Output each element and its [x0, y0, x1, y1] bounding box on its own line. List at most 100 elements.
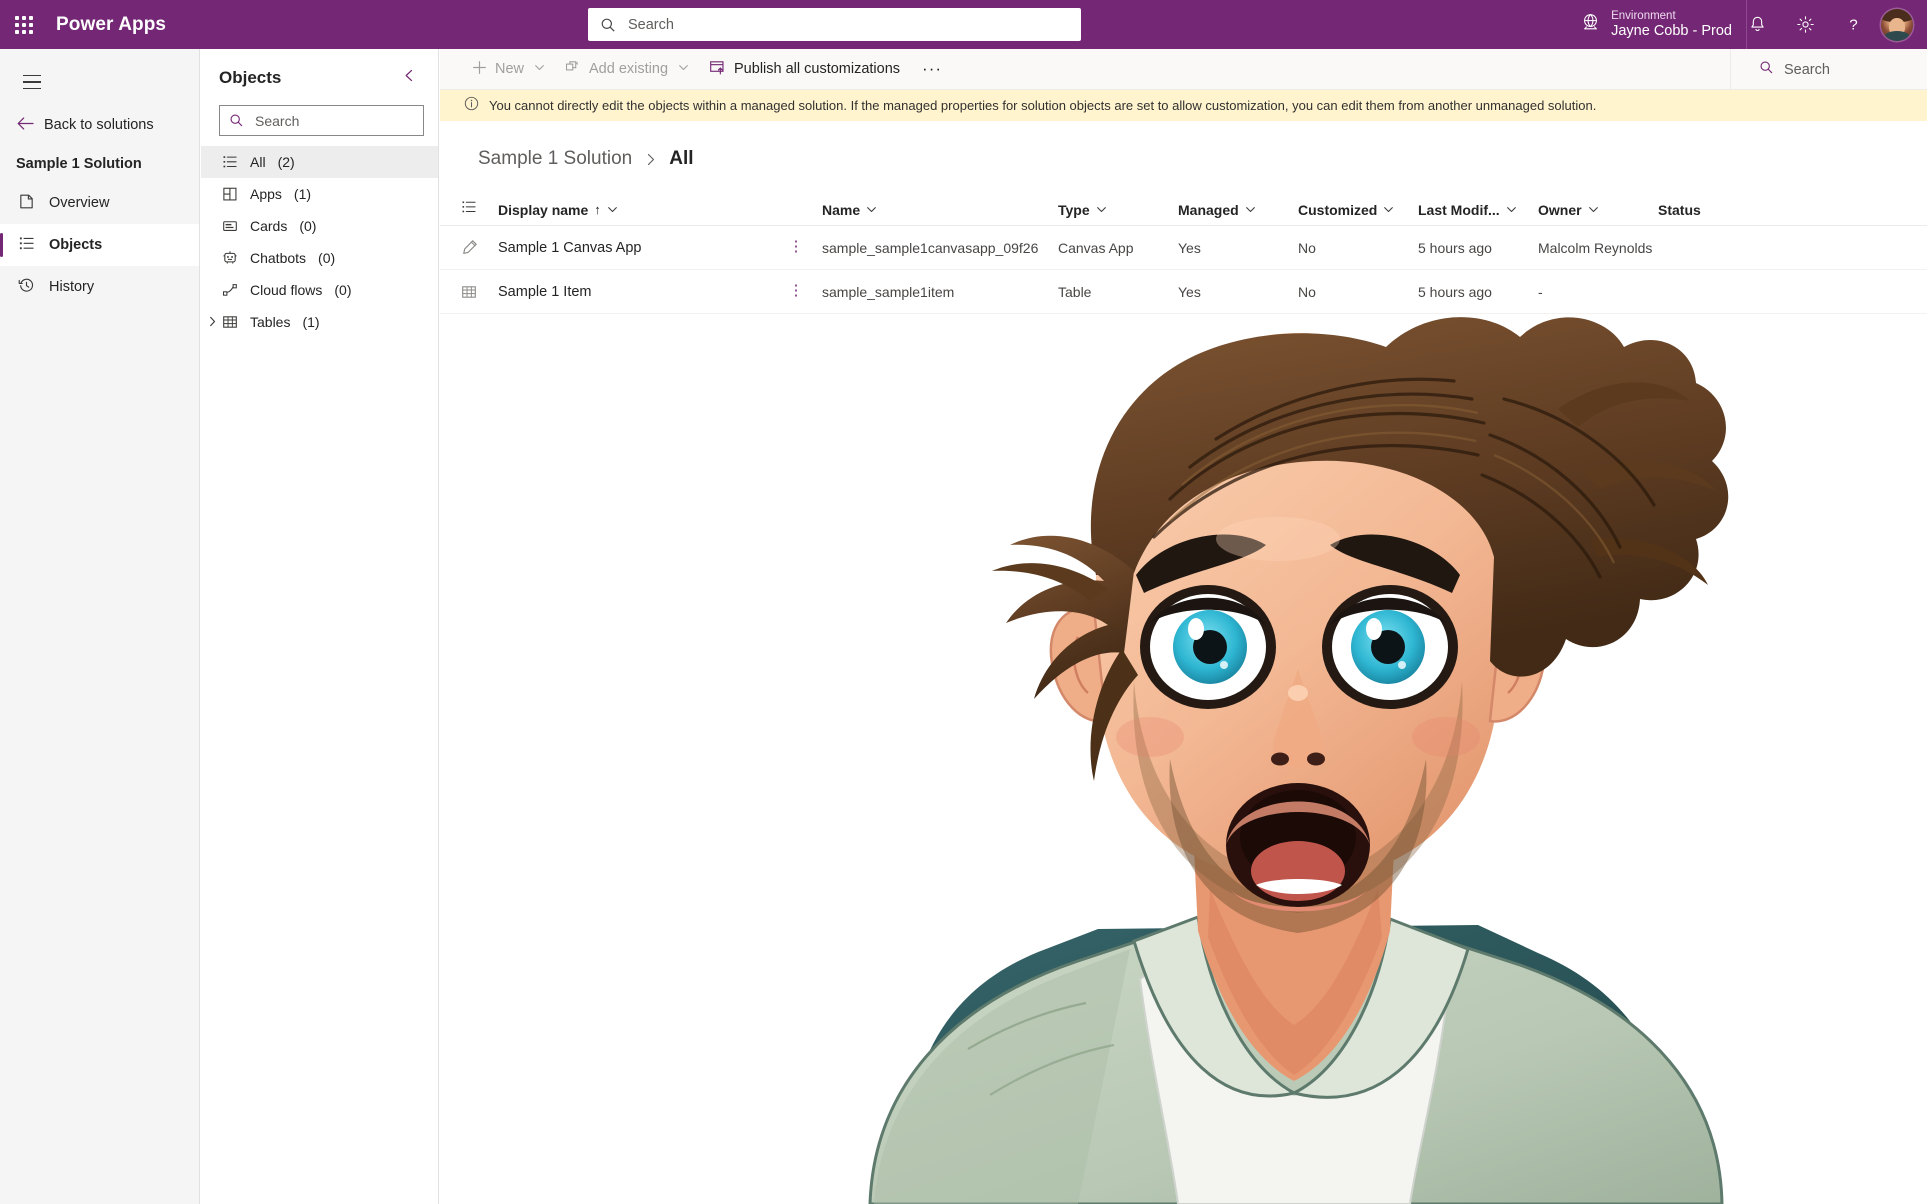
column-header-managed[interactable]: Managed — [1178, 202, 1298, 218]
column-header-owner-label: Owner — [1538, 201, 1582, 218]
sidebar-item-overview[interactable]: Overview — [0, 182, 199, 224]
objects-filter-cloud-flows[interactable]: Cloud flows (0) — [201, 274, 438, 306]
breadcrumb-parent[interactable]: Sample 1 Solution — [478, 148, 632, 170]
search-icon — [229, 113, 244, 128]
objects-filter-chatbots[interactable]: Chatbots (0) — [201, 242, 438, 274]
chevron-down-icon — [1245, 202, 1256, 218]
column-header-owner[interactable]: Owner — [1538, 202, 1658, 218]
add-existing-button[interactable]: Add existing — [555, 49, 699, 90]
objects-filter-chatbots-count: (0) — [318, 250, 336, 266]
sidebar-item-history[interactable]: History — [0, 266, 199, 308]
column-header-name[interactable]: Name — [822, 202, 1058, 218]
objects-search-input[interactable] — [253, 111, 414, 130]
sort-ascending-icon: ↑ — [594, 202, 601, 217]
solution-title: Sample 1 Solution — [16, 156, 142, 172]
table-cell-type: Canvas App — [1058, 239, 1134, 256]
column-header-display-name[interactable]: Display name ↑ — [498, 202, 770, 218]
add-existing-label: Add existing — [589, 61, 669, 77]
objects-filter-apps[interactable]: Apps (1) — [201, 178, 438, 210]
brand-title[interactable]: Power Apps — [56, 14, 166, 36]
column-header-customized-label: Customized — [1298, 201, 1378, 218]
publish-all-customizations-button[interactable]: Publish all customizations — [699, 49, 910, 90]
table-cell-last-modified: 5 hours ago — [1418, 239, 1492, 256]
notification-bell-button[interactable] — [1733, 0, 1781, 49]
header-icon-group: ? — [1733, 0, 1919, 49]
list-search-box[interactable]: Search — [1730, 49, 1927, 90]
app-launcher-icon — [15, 15, 33, 34]
chevron-down-icon — [607, 202, 618, 218]
global-search-box[interactable] — [588, 8, 1081, 41]
objects-filter-cards[interactable]: Cards (0) — [201, 210, 438, 242]
column-header-customized[interactable]: Customized — [1298, 202, 1418, 218]
objects-icon — [18, 235, 35, 256]
objects-filter-tables-label: Tables — [250, 314, 291, 330]
command-overflow-button[interactable]: ··· — [910, 59, 954, 79]
objects-filter-tables[interactable]: Tables (1) — [201, 306, 438, 338]
panel-collapse-button[interactable] — [399, 65, 420, 91]
table-cell-name: sample_sample1item — [822, 283, 955, 300]
table-cell-display-name[interactable]: Sample 1 Canvas App — [498, 240, 770, 256]
global-search-input[interactable] — [626, 15, 1069, 34]
table-cell-type: Table — [1058, 283, 1092, 300]
table-cell-owner: - — [1538, 283, 1543, 300]
list-all-icon — [221, 154, 238, 170]
table-grid-icon — [440, 284, 498, 300]
column-header-status[interactable]: Status — [1658, 202, 1778, 218]
environment-label: Environment — [1611, 9, 1676, 22]
row-context-menu-button[interactable]: ⋮ — [789, 239, 804, 254]
sidebar-item-history-label: History — [49, 279, 95, 295]
objects-panel-header: Objects — [201, 49, 438, 97]
cloud-flow-icon — [221, 282, 238, 298]
column-header-type[interactable]: Type — [1058, 202, 1178, 218]
objects-filter-apps-count: (1) — [293, 186, 312, 202]
objects-search-box[interactable] — [219, 105, 424, 136]
settings-gear-button[interactable] — [1781, 0, 1829, 49]
help-question-button[interactable]: ? — [1829, 0, 1877, 49]
chevron-right-icon — [644, 153, 657, 166]
objects-panel: Objects All (2) Apps (1) — [201, 49, 439, 1204]
back-to-solutions-label: Back to solutions — [44, 117, 154, 133]
sidebar-item-overview-label: Overview — [49, 195, 110, 211]
chevron-down-icon — [1096, 202, 1107, 218]
new-button[interactable]: New — [462, 49, 555, 90]
chevron-down-icon — [1588, 202, 1599, 218]
objects-filter-cloud-flows-label: Cloud flows — [250, 282, 323, 298]
column-header-last-modified[interactable]: Last Modif... — [1418, 202, 1538, 218]
objects-filter-all-count: (2) — [277, 154, 295, 170]
top-header-bar: Power Apps Environment Jayne Cobb - Prod — [0, 0, 1927, 49]
table-row[interactable]: Sample 1 Item ⋮ sample_sample1item Table… — [440, 270, 1927, 314]
table-header-row: Display name ↑ Name Type Managed Customi… — [440, 194, 1927, 226]
back-to-solutions-link[interactable]: Back to solutions — [0, 106, 199, 144]
sidebar-item-objects[interactable]: Objects — [0, 224, 199, 266]
objects-filter-all-label: All — [250, 154, 266, 170]
environment-name: Jayne Cobb - Prod — [1611, 22, 1732, 39]
user-avatar[interactable] — [1881, 8, 1913, 41]
list-search-placeholder: Search — [1784, 61, 1830, 78]
objects-filter-all[interactable]: All (2) — [201, 146, 438, 178]
chevron-down-icon — [678, 61, 689, 77]
environment-selector[interactable]: Environment Jayne Cobb - Prod — [1580, 0, 1747, 49]
new-button-label: New — [495, 61, 525, 77]
overview-icon — [18, 193, 35, 214]
objects-filter-tables-count: (1) — [302, 314, 320, 330]
table-cell-owner: Malcolm Reynolds — [1538, 239, 1653, 256]
breadcrumb: Sample 1 Solution All — [440, 121, 1927, 170]
nav-collapse-button[interactable] — [8, 58, 56, 106]
history-clock-icon — [18, 277, 35, 298]
objects-filter-chatbots-label: Chatbots — [250, 250, 307, 266]
chevron-right-icon[interactable] — [207, 314, 218, 330]
card-icon — [221, 218, 238, 234]
table-cell-display-name[interactable]: Sample 1 Item — [498, 284, 770, 300]
environment-icon — [1580, 12, 1601, 38]
left-navigation: Back to solutions Sample 1 Solution Over… — [0, 49, 200, 1204]
app-launcher-button[interactable] — [0, 0, 48, 49]
column-header-last-modified-label: Last Modif... — [1418, 201, 1500, 218]
row-context-menu-button[interactable]: ⋮ — [789, 283, 804, 298]
chevron-down-icon — [1506, 202, 1517, 218]
table-row[interactable]: Sample 1 Canvas App ⋮ sample_sample1canv… — [440, 226, 1927, 270]
sidebar-item-objects-label: Objects — [49, 237, 103, 253]
table-cell-last-modified: 5 hours ago — [1418, 283, 1492, 300]
row-type-column-header[interactable] — [440, 199, 498, 220]
chevron-down-icon — [866, 202, 877, 218]
table-cell-name: sample_sample1canvasapp_09f26 — [822, 239, 1039, 256]
